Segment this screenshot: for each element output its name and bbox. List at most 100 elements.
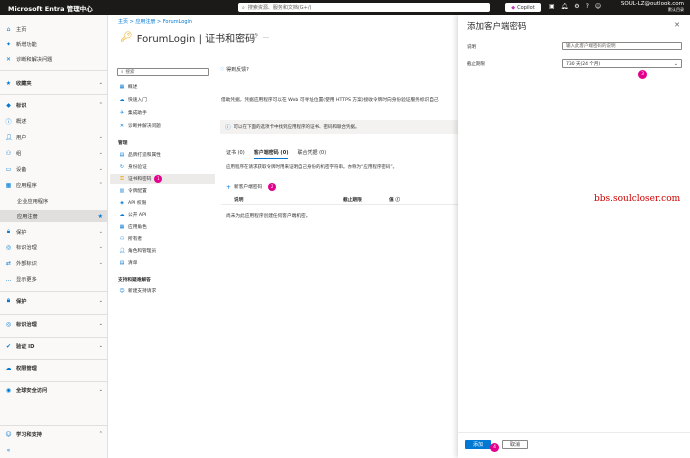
nav-enterprise-apps[interactable]: 企业应用程序 — [0, 195, 108, 207]
nav-protection-section[interactable]: 🔒︎ 保护 ⌄ — [0, 295, 108, 307]
tab-client-secrets[interactable]: 客户端密码 (0) — [253, 149, 289, 159]
chevron-down-icon: ⌄ — [98, 166, 103, 172]
credential-tabs: 证书 (0) 客户端密码 (0) 联合凭据 (0) — [226, 149, 326, 159]
nav-favorites[interactable]: ★ 收藏夹 ⌄ — [0, 77, 108, 89]
chevron-down-icon: ⌄ — [98, 229, 103, 235]
nav-protection-section-label: 保护 — [16, 298, 27, 305]
home-icon: ⌂ — [6, 25, 11, 33]
account-menu[interactable]: SOUL-LZ@outlook.com 默认目录 — [621, 1, 684, 13]
blade-item-manifest[interactable]: ▤ 清单 — [110, 258, 215, 268]
divider — [0, 94, 108, 95]
copilot-button[interactable]: ◆ Copilot — [505, 3, 541, 12]
cloud-icon: ☁ — [119, 97, 125, 103]
bell-icon[interactable]: 🔔︎ — [561, 3, 569, 10]
blade-item-quickstart[interactable]: ☁ 快速入门 — [110, 95, 215, 105]
feedback-link[interactable]: ♡ 得到反馈? — [220, 66, 249, 73]
blade-search-input[interactable]: ⌕ 搜索 — [117, 68, 209, 76]
blade-item-owners[interactable]: ⚇ 所有者 — [110, 234, 215, 244]
more-icon[interactable]: … — [263, 33, 269, 40]
blade-item-token-config[interactable]: ▥ 令牌配置 — [110, 186, 215, 196]
nav-home[interactable]: ⌂ 主页 — [0, 23, 108, 35]
nav-app-registrations[interactable]: 应用注册 ★ — [0, 210, 108, 222]
collapse-nav-button[interactable]: « — [0, 444, 108, 456]
nav-applications[interactable]: ▦ 应用程序 ⌃ — [0, 179, 108, 191]
api-icon: ◈ — [120, 200, 124, 206]
nav-identity-governance[interactable]: ◎ 标识治理 ⌄ — [0, 241, 108, 253]
chevron-down-icon: ⌄ — [98, 150, 103, 156]
nav-groups[interactable]: ⚇ 组 ⌄ — [0, 147, 108, 159]
blade-item-diagnose[interactable]: ✕ 诊断并解决问题 — [110, 121, 215, 131]
nav-governance-section[interactable]: ◎ 标识治理 ⌄ — [0, 318, 108, 330]
external-icon: ⇄ — [5, 259, 12, 267]
divider — [0, 314, 108, 315]
expires-select[interactable]: 730 天(24 个月) ⌄ — [562, 59, 682, 68]
nav-devices[interactable]: ▭ 设备 ⌄ — [0, 163, 108, 175]
wrench-icon: ✕ — [119, 123, 125, 129]
nav-whats-new[interactable]: ✦ 新增功能 — [0, 38, 108, 50]
blade-item-expose-api[interactable]: ☁ 公开 API — [110, 210, 215, 220]
nav-verified-id-label: 验证 ID — [16, 343, 35, 350]
heart-icon: ♡ — [220, 67, 225, 73]
blade-item-label: 清单 — [128, 261, 138, 266]
nav-identity-governance-label: 标识治理 — [16, 244, 37, 251]
nav-show-more[interactable]: … 显示更多 — [0, 273, 108, 285]
blade-item-roles-admins[interactable]: 👤︎ 角色和管理员 — [110, 246, 215, 256]
expires-value: 730 天(24 个月) — [566, 61, 601, 67]
nav-external-identities[interactable]: ⇄ 外部标识 ⌄ — [0, 257, 108, 269]
global-search-input[interactable]: ⌕ 搜索资源、服务和文档(G+/) — [238, 3, 490, 12]
description-input[interactable]: 输入此客户端密码的说明 — [562, 42, 682, 50]
blade-item-authentication[interactable]: ↻ 身份验证 — [110, 162, 215, 172]
nav-identity[interactable]: ◆ 标识 ⌃ — [0, 99, 108, 111]
blade-item-api-permissions[interactable]: ◈ API 权限 — [110, 198, 215, 208]
nav-global-secure-access[interactable]: ◉ 全球安全访问 ⌄ — [0, 384, 108, 396]
blade-item-app-roles[interactable]: ▦ 应用角色 — [110, 222, 215, 232]
cloud-icon: ☁ — [119, 212, 125, 218]
pin-icon[interactable]: 📌︎ — [251, 33, 259, 40]
nav-protection[interactable]: 🔒︎ 保护 ⌄ — [0, 226, 108, 238]
feedback-icon[interactable]: ☺ — [595, 3, 601, 10]
divider — [0, 291, 108, 292]
globe-icon: ◉ — [5, 386, 12, 394]
token-icon: ▥ — [119, 188, 125, 194]
apps-icon: ▦ — [5, 181, 12, 189]
nav-users[interactable]: 👤︎ 用户 ⌄ — [0, 131, 108, 143]
blade-item-integration-assistant[interactable]: ✈ 集成助手 — [110, 108, 215, 118]
person-icon: ☺ — [5, 430, 12, 438]
new-client-secret-button[interactable]: + 新客户端密码 2 — [226, 183, 277, 191]
brand-title[interactable]: Microsoft Entra 管理中心 — [8, 3, 93, 13]
tab-federated-credentials[interactable]: 联合凭据 (0) — [297, 149, 326, 159]
chevron-up-icon: ⌃ — [98, 102, 103, 108]
admin-icon: 👤︎ — [119, 248, 126, 254]
nav-applications-label: 应用程序 — [16, 182, 37, 189]
blade-item-new-support[interactable]: ☺ 新建支持请求 — [110, 286, 215, 296]
nav-permissions-mgmt[interactable]: ☁ 权限管理 — [0, 362, 108, 374]
nav-verified-id[interactable]: ✔ 验证 ID ⌄ — [0, 340, 108, 352]
manifest-icon: ▤ — [119, 260, 125, 266]
close-icon[interactable]: ✕ — [674, 21, 680, 29]
account-directory: 默认目录 — [668, 7, 684, 12]
blade-item-label: 证书和密码 — [128, 177, 152, 182]
info-icon: ⓘ — [395, 197, 401, 203]
chevron-down-icon: ⌄ — [673, 60, 678, 67]
panel-title: 添加客户端密码 — [467, 22, 527, 32]
cancel-button[interactable]: 取消 — [502, 440, 528, 449]
governance-icon: ◎ — [5, 320, 12, 328]
help-icon[interactable]: ? — [586, 3, 589, 10]
gear-icon[interactable]: ⚙ — [574, 3, 579, 10]
tab-certificates[interactable]: 证书 (0) — [226, 149, 245, 159]
breadcrumb[interactable]: 主页 > 应用注册 > ForumLogin — [118, 18, 192, 25]
nav-diagnose[interactable]: ✕ 诊断和解决问题 — [0, 53, 108, 65]
add-button[interactable]: 添加 — [465, 440, 491, 449]
blade-search-placeholder: 搜索 — [125, 70, 135, 75]
blade-item-branding[interactable]: ▤ 品牌打造和属性 — [110, 150, 215, 160]
blade-item-overview[interactable]: ▦ 概述 — [110, 82, 215, 92]
favorite-star-icon[interactable]: ★ — [98, 213, 103, 220]
blade-item-label: 快速入门 — [128, 98, 147, 103]
step-badge: 4 — [490, 443, 499, 452]
person-icon: ☺ — [119, 288, 125, 294]
nav-overview[interactable]: ⓘ 概述 — [0, 115, 108, 127]
nav-learn-support[interactable]: ☺ 学习和支持 ⌃ — [0, 428, 108, 440]
blade-item-certificates-secrets[interactable]: ⚿ 证书和密码 1 — [110, 174, 215, 184]
chevron-down-icon: ⌄ — [98, 244, 103, 250]
terminal-icon[interactable]: ▣ — [549, 3, 555, 10]
